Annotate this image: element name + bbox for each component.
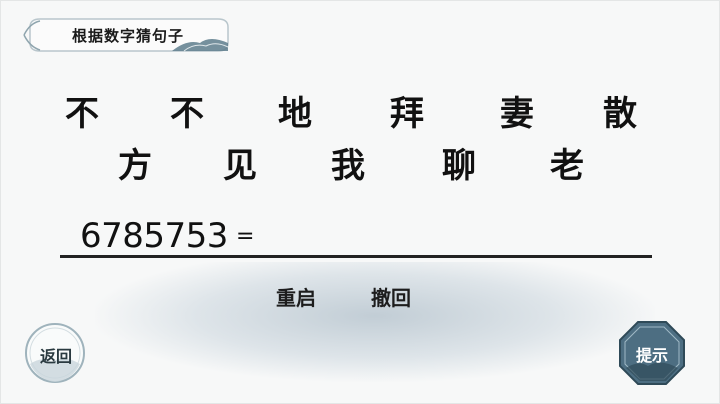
ink-mist-decoration (95, 262, 655, 382)
char-tile[interactable]: 不 (165, 86, 209, 135)
char-tile[interactable]: 见 (218, 138, 262, 187)
char-tile[interactable]: 拜 (385, 86, 429, 135)
equation: 6785753 = (80, 216, 254, 256)
char-tile[interactable]: 散 (598, 86, 642, 135)
back-label: 返回 (39, 347, 72, 366)
restart-button[interactable]: 重启 (276, 282, 316, 311)
char-tile[interactable]: 聊 (437, 138, 481, 187)
equation-number: 6785753 (80, 216, 228, 256)
char-tile[interactable]: 地 (273, 86, 317, 135)
page-title: 根据数字猜句子 (72, 27, 185, 45)
char-tile[interactable]: 不 (60, 86, 104, 135)
char-tile[interactable]: 妻 (495, 86, 539, 135)
answer-line (60, 255, 652, 258)
char-tile[interactable]: 方 (113, 138, 157, 187)
hint-button[interactable]: 提示 (616, 318, 688, 388)
char-tile[interactable]: 我 (326, 138, 370, 187)
char-tile[interactable]: 老 (545, 138, 589, 187)
back-button[interactable]: 返回 (22, 320, 90, 386)
undo-button[interactable]: 撤回 (371, 282, 411, 311)
equals-sign: = (235, 224, 254, 249)
title-banner: 根据数字猜句子 (22, 13, 234, 57)
character-row-2: 方 见 我 聊 老 (0, 138, 720, 188)
hint-label: 提示 (635, 346, 668, 365)
character-row-1: 不 不 地 拜 妻 散 (0, 86, 720, 136)
